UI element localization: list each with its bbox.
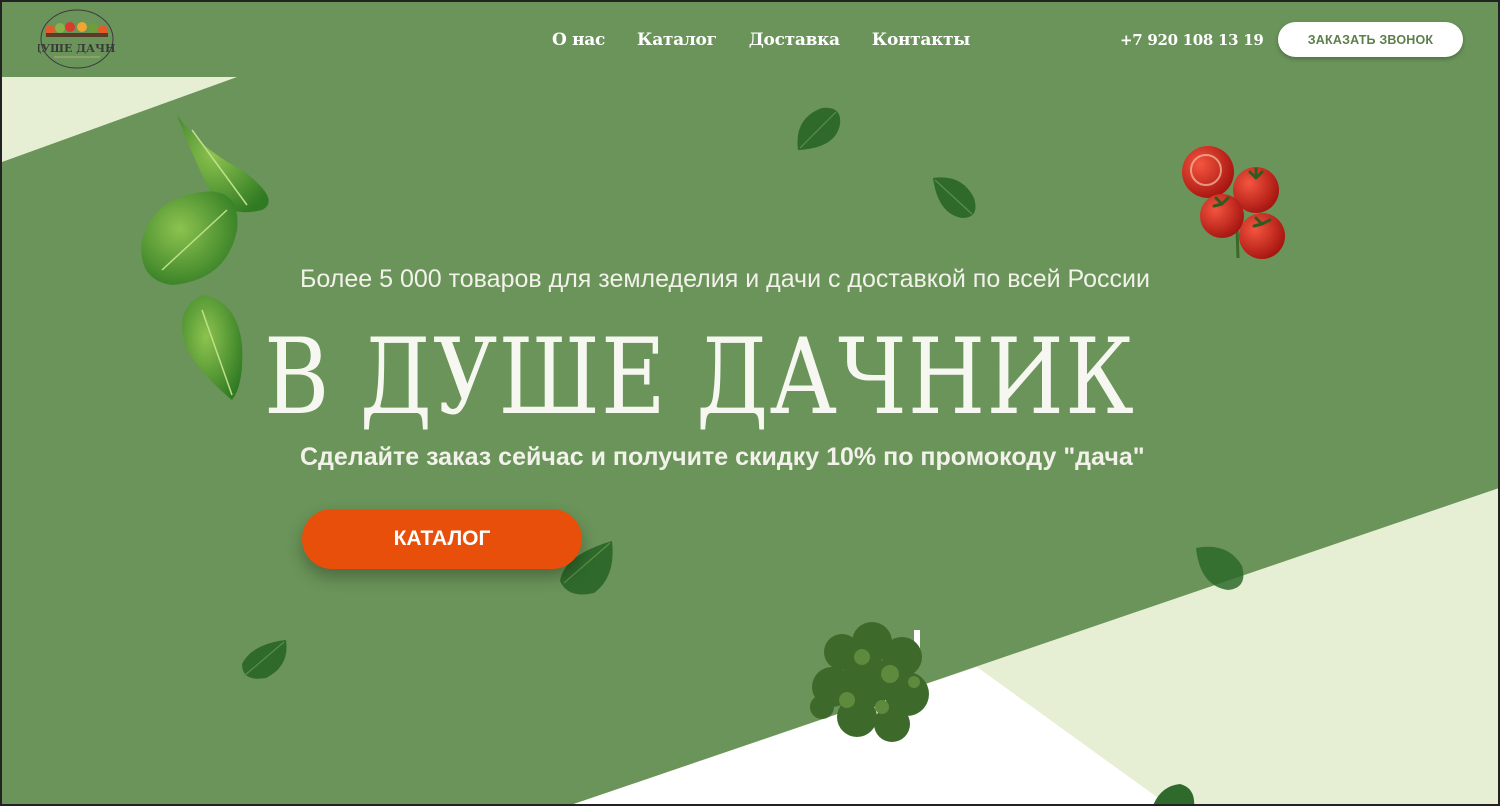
nav-link-catalog[interactable]: Каталог xyxy=(637,30,717,50)
hero-title: В ДУШЕ ДАЧНИК xyxy=(264,315,1135,438)
spinach-leaf-icon xyxy=(141,115,269,400)
catalog-button[interactable]: КАТАЛОГ xyxy=(302,509,582,569)
main-nav: О нас Каталог Доставка Контакты xyxy=(552,30,970,50)
spinach-leaf-icon xyxy=(1196,546,1244,590)
spinach-leaf-icon xyxy=(797,107,841,150)
promo-text: Сделайте заказ сейчас и получите скидку … xyxy=(300,443,1145,471)
nav-link-delivery[interactable]: Доставка xyxy=(749,30,840,50)
tomato-icon xyxy=(1182,146,1285,259)
hero-subtitle: Более 5 000 товаров для земледелия и дач… xyxy=(300,265,1150,293)
spinach-leaf-icon xyxy=(242,640,287,679)
spinach-leaf-icon xyxy=(1153,784,1195,804)
parsley-plant-icon xyxy=(810,622,929,742)
order-call-button[interactable]: ЗАКАЗАТЬ ЗВОНОК xyxy=(1278,22,1463,57)
svg-text:В ДУШЕ ДАЧНИК: В ДУШЕ ДАЧНИК xyxy=(38,42,116,55)
spinach-leaf-icon xyxy=(933,177,976,218)
nav-link-about[interactable]: О нас xyxy=(552,30,605,50)
phone-number[interactable]: +7 920 108 13 19 xyxy=(1120,31,1264,49)
logo-basket-icon: В ДУШЕ ДАЧНИК xyxy=(38,9,116,69)
landing-page: В ДУШЕ ДАЧНИК О нас Каталог Доставка Кон… xyxy=(0,0,1500,806)
nav-link-contacts[interactable]: Контакты xyxy=(872,30,971,50)
